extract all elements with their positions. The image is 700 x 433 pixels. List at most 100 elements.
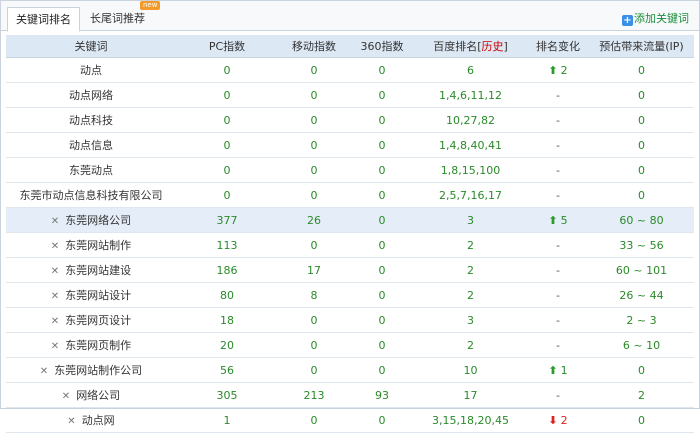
pc-index-cell: 0 bbox=[176, 107, 278, 133]
rank-change-value: 2 bbox=[560, 413, 568, 427]
traffic-cell: 0 bbox=[589, 107, 694, 133]
rank-change-cell: - bbox=[527, 157, 589, 183]
index-360-cell: 0 bbox=[350, 357, 414, 383]
keyword-panel: 关键词排名 长尾词推荐 new + 添加关键词 关键词 PC指数 移动指数 360… bbox=[0, 0, 700, 433]
baidu-rank-cell: 3,15,18,20,45 bbox=[414, 407, 527, 433]
traffic-cell: 0 bbox=[589, 157, 694, 183]
close-icon[interactable]: ✕ bbox=[51, 216, 59, 227]
table-row: 东莞市动点信息科技有限公司 0 0 0 2,5,7,16,17-0 bbox=[6, 182, 694, 208]
table-row: ✕ 东莞网站建设 186 17 0 2 - 60 ~ 101 bbox=[6, 257, 694, 283]
mobile-index-cell: 0 bbox=[278, 357, 350, 383]
add-keyword-label: 添加关键词 bbox=[634, 12, 689, 25]
table-row: 动点信息 0 0 0 1,4,8,40,41-0 bbox=[6, 132, 694, 158]
keyword-cell: ✕ 东莞网站制作公司 bbox=[6, 357, 176, 383]
mobile-index-cell: 17 bbox=[278, 257, 350, 283]
col-header-mobile: 移动指数 bbox=[278, 35, 350, 58]
tab-bar: 关键词排名 长尾词推荐 new + 添加关键词 bbox=[1, 1, 699, 32]
pc-index-cell: 1 bbox=[176, 407, 278, 433]
mobile-index-cell: 0 bbox=[278, 307, 350, 333]
baidu-rank-cell: 1,4,6,11,12 bbox=[414, 82, 527, 108]
keyword-cell: ✕ 东莞网站设计 bbox=[6, 282, 176, 308]
traffic-cell: 60 ~ 80 bbox=[589, 207, 694, 233]
baidu-rank-cell: 10 bbox=[414, 357, 527, 383]
keyword-text: 东莞网页设计 bbox=[65, 314, 132, 327]
rank-change-cell: - bbox=[527, 82, 589, 108]
keyword-text: 东莞动点 bbox=[69, 164, 113, 177]
plus-icon: + bbox=[622, 15, 633, 26]
traffic-cell: 0 bbox=[589, 182, 694, 208]
rank-change-cell: ⬆ 1 bbox=[527, 357, 589, 383]
table-row: 动点 0 0 0 6 ⬆ 2 0 bbox=[6, 57, 694, 83]
keyword-text: 动点科技 bbox=[69, 114, 113, 127]
arrow-up-icon: ⬆ bbox=[548, 363, 558, 377]
pc-index-cell: 18 bbox=[176, 307, 278, 333]
rank-change-cell: - bbox=[527, 132, 589, 158]
close-icon[interactable]: ✕ bbox=[51, 291, 59, 302]
keyword-text: 动点网 bbox=[81, 414, 115, 427]
mobile-index-cell: 26 bbox=[278, 207, 350, 233]
rank-change-cell: ⬆ 5 bbox=[527, 207, 589, 233]
baidu-rank-cell: 2,5,7,16,17 bbox=[414, 182, 527, 208]
pc-index-cell: 305 bbox=[176, 382, 278, 408]
history-link[interactable]: 历史 bbox=[482, 40, 504, 53]
col-header-360: 360指数 bbox=[350, 35, 414, 58]
table-row: 东莞动点 0 0 0 1,8,15,100-0 bbox=[6, 157, 694, 183]
baidu-rank-cell: 17 bbox=[414, 382, 527, 408]
table-row: ✕ 东莞网页制作 20 0 0 2-6 ~ 10 bbox=[6, 332, 694, 358]
rank-change-cell: - bbox=[527, 332, 589, 358]
rank-change-cell: - bbox=[527, 107, 589, 133]
pc-index-cell: 56 bbox=[176, 357, 278, 383]
traffic-cell: 33 ~ 56 bbox=[589, 232, 694, 258]
rank-change-cell: ⬇ 2 bbox=[527, 407, 589, 433]
traffic-cell: 26 ~ 44 bbox=[589, 282, 694, 308]
keyword-table: 关键词 PC指数 移动指数 360指数 百度排名[历史] 排名变化 预估带来流量… bbox=[6, 35, 694, 433]
keyword-text: 东莞网页制作 bbox=[65, 339, 132, 352]
keyword-cell: 东莞市动点信息科技有限公司 bbox=[6, 182, 176, 208]
pc-index-cell: 113 bbox=[176, 232, 278, 258]
rank-change-cell: - bbox=[527, 257, 589, 283]
rank-change-value: 1 bbox=[560, 363, 568, 377]
tab-longtail-recommend[interactable]: 长尾词推荐 bbox=[82, 7, 153, 30]
close-icon[interactable]: ✕ bbox=[67, 416, 75, 427]
close-icon[interactable]: ✕ bbox=[51, 266, 59, 277]
pc-index-cell: 0 bbox=[176, 157, 278, 183]
rank-change-value: 5 bbox=[560, 213, 568, 227]
rank-change-cell: - bbox=[527, 232, 589, 258]
keyword-cell: ✕ 东莞网络公司 bbox=[6, 207, 176, 233]
keyword-text: 东莞网络公司 bbox=[65, 214, 132, 227]
traffic-cell: 0 bbox=[589, 407, 694, 433]
baidu-rank-cell: 6 bbox=[414, 57, 527, 83]
index-360-cell: 0 bbox=[350, 282, 414, 308]
keyword-table-body: 动点 0 0 0 6 ⬆ 2 0 动点网络 0 0 0 1,4,6,11,12-0 动点科技 0 0 0 10,2… bbox=[6, 57, 694, 433]
rank-change-value: - bbox=[556, 338, 560, 352]
close-icon[interactable]: ✕ bbox=[62, 391, 70, 402]
rank-change-value: - bbox=[556, 88, 560, 102]
rank-change-value: - bbox=[556, 113, 560, 127]
traffic-cell: 0 bbox=[589, 357, 694, 383]
baidu-rank-cell: 2 bbox=[414, 282, 527, 308]
close-icon[interactable]: ✕ bbox=[51, 316, 59, 327]
index-360-cell: 0 bbox=[350, 232, 414, 258]
rank-change-value: 2 bbox=[560, 63, 568, 77]
keyword-text: 动点网络 bbox=[69, 89, 113, 102]
table-row: ✕ 东莞网站制作公司 56 0 0 10 ⬆ 1 0 bbox=[6, 357, 694, 383]
keyword-cell: ✕ 东莞网页制作 bbox=[6, 332, 176, 358]
tab-keyword-ranking[interactable]: 关键词排名 bbox=[7, 7, 80, 32]
baidu-rank-cell: 10,27,82 bbox=[414, 107, 527, 133]
rank-change-cell: - bbox=[527, 307, 589, 333]
table-row: ✕ 东莞网络公司 377 26 0 3 ⬆ 5 60 ~ 80 bbox=[6, 207, 694, 233]
keyword-cell: 动点信息 bbox=[6, 132, 176, 158]
baidu-rank-prefix: 百度排名[ bbox=[433, 40, 482, 53]
close-icon[interactable]: ✕ bbox=[51, 341, 59, 352]
close-icon[interactable]: ✕ bbox=[40, 366, 48, 377]
keyword-text: 东莞网站建设 bbox=[65, 264, 132, 277]
close-icon[interactable]: ✕ bbox=[51, 241, 59, 252]
traffic-cell: 60 ~ 101 bbox=[589, 257, 694, 283]
baidu-rank-cell: 2 bbox=[414, 257, 527, 283]
pc-index-cell: 186 bbox=[176, 257, 278, 283]
index-360-cell: 0 bbox=[350, 332, 414, 358]
table-row: ✕ 动点网 1 0 0 3,15,18,20,45 ⬇ 2 0 bbox=[6, 407, 694, 433]
arrow-up-icon: ⬆ bbox=[548, 213, 558, 227]
add-keyword-button[interactable]: + 添加关键词 bbox=[622, 10, 689, 26]
mobile-index-cell: 0 bbox=[278, 157, 350, 183]
